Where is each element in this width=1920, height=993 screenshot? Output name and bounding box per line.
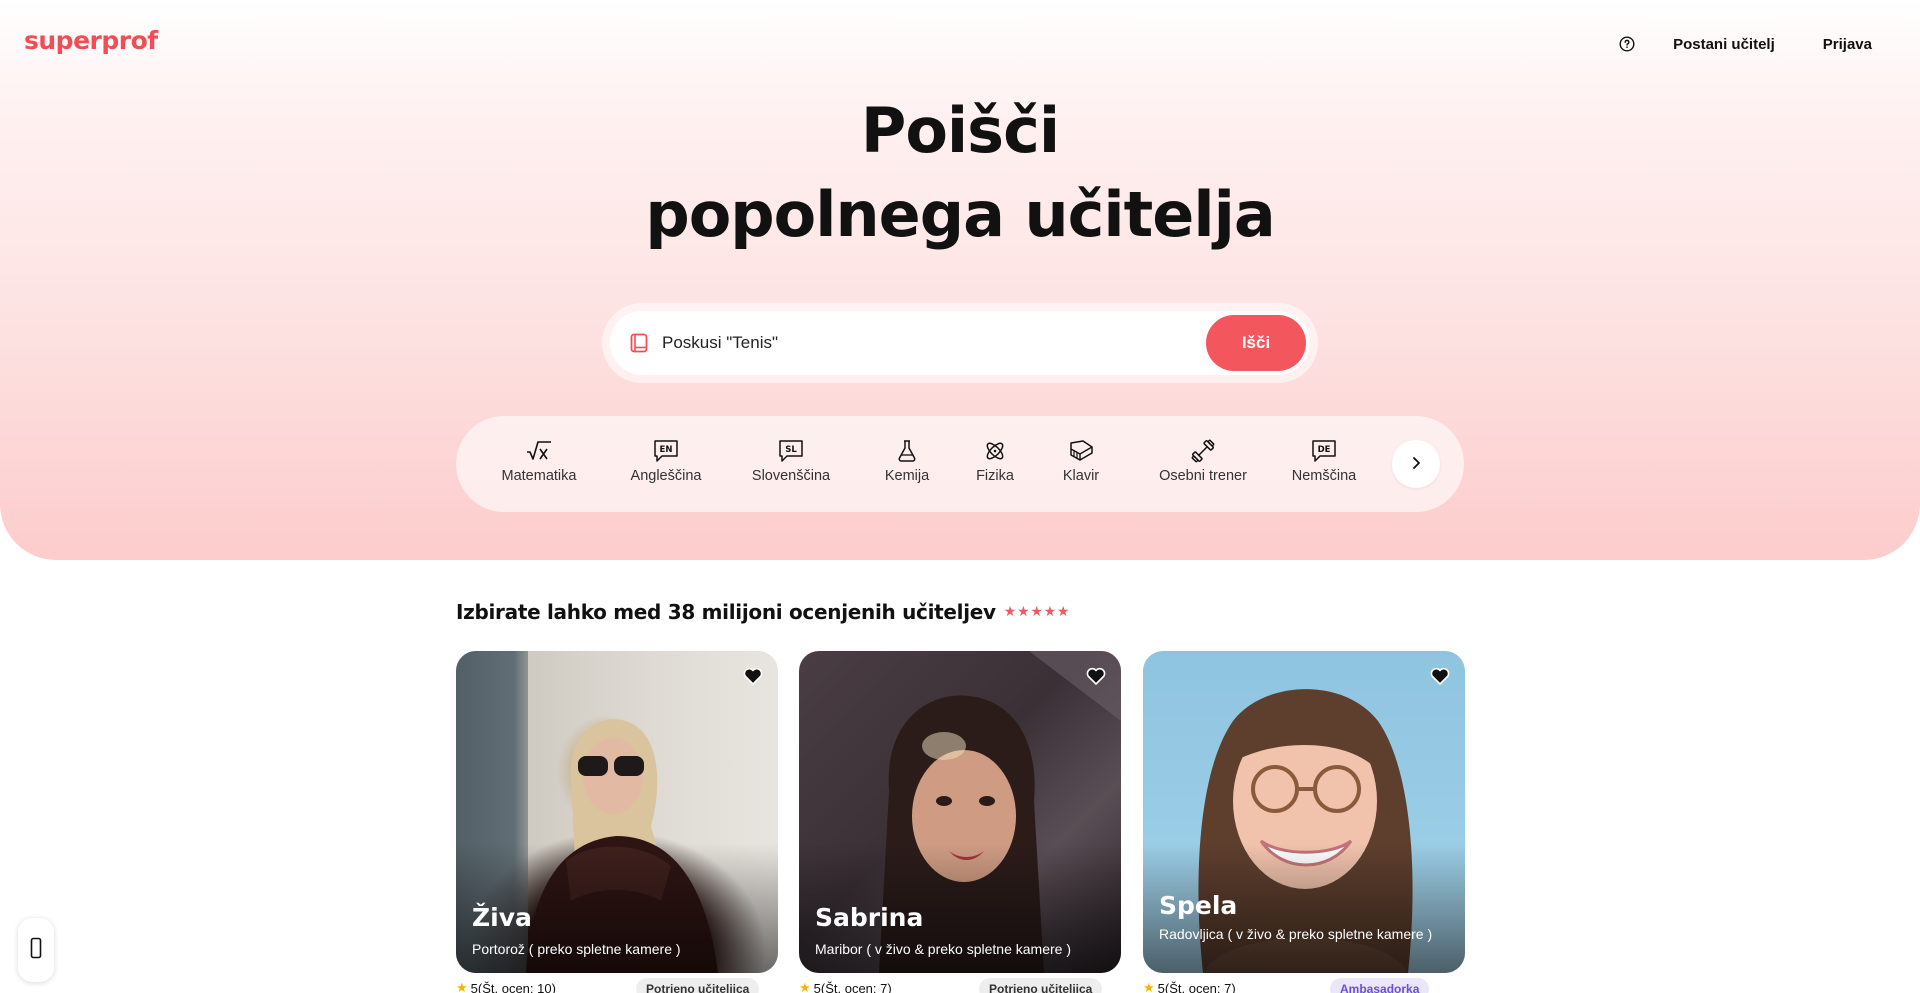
svg-text:EN: EN: [660, 445, 673, 455]
rating-stars: ★ ★ ★ ★ ★: [1004, 604, 1070, 620]
sqrt-x-icon: [525, 438, 553, 464]
star-icon: ★: [1030, 604, 1043, 620]
subject-label: Angleščina: [630, 468, 702, 484]
rating-text: 5(Št. ocen: 10): [470, 980, 556, 993]
tutor-location: Radovljica ( v živo & preko spletne kame…: [1159, 926, 1433, 942]
subject-label: Matematika: [501, 468, 577, 484]
subjects-carousel: Matematika EN Angleščina SL Slovenščina …: [456, 416, 1464, 512]
star-icon: ★: [1043, 604, 1057, 620]
login-link[interactable]: Prijava: [1823, 36, 1872, 53]
subject-label: Klavir: [1062, 468, 1100, 484]
piano-icon: [1068, 438, 1094, 464]
subject-slovenscina[interactable]: SL Slovenščina: [748, 438, 834, 484]
tutor-card[interactable]: Sabrina Maribor ( v živo & preko spletne…: [799, 651, 1121, 973]
subject-osebni-trener[interactable]: Osebni trener: [1148, 438, 1258, 484]
subject-fizika[interactable]: Fizika: [970, 438, 1020, 484]
ambassador-badge: Ambasadorka: [1330, 978, 1430, 993]
verified-badge: Potrjeno učiteljica: [636, 978, 760, 993]
svg-text:SL: SL: [785, 445, 797, 455]
sl-speech-icon: SL: [778, 438, 804, 464]
tutor-name: Sabrina: [815, 903, 924, 932]
tutor-card[interactable]: Živa Portorož ( preko spletne kamere ): [456, 651, 778, 973]
become-tutor-link[interactable]: Postani učitelj: [1673, 36, 1775, 53]
next-subjects-button[interactable]: [1392, 440, 1440, 488]
superprof-logo[interactable]: superprof: [24, 26, 158, 55]
subject-kemija[interactable]: Kemija: [876, 438, 938, 484]
tutor-name: Spela: [1159, 891, 1238, 920]
atom-icon: [983, 438, 1007, 464]
star-icon: ★: [1056, 604, 1070, 620]
tutor-location: Maribor ( v živo & preko spletne kamere …: [815, 941, 1071, 957]
tutor-name: Živa: [472, 903, 532, 932]
subject-anglescina[interactable]: EN Angleščina: [627, 438, 705, 484]
en-speech-icon: EN: [653, 438, 679, 464]
flask-icon: [897, 438, 917, 464]
star-icon: ★: [1143, 980, 1155, 993]
tutor-rating: ★ 5(Št. ocen: 10): [456, 980, 556, 993]
chevron-right-icon: [1410, 455, 1422, 474]
hero-title-line2: popolnega učitelja: [645, 178, 1275, 251]
subject-label: Slovenščina: [751, 468, 831, 484]
search-bar: Išči: [610, 311, 1310, 375]
site-header: superprof Postani učitelj Prijava: [0, 0, 1920, 86]
star-icon: ★: [1003, 604, 1017, 620]
star-icon: ★: [456, 980, 468, 993]
subject-label: Osebni trener: [1159, 468, 1247, 484]
subject-label: Nemščina: [1291, 468, 1357, 484]
subject-klavir[interactable]: Klavir: [1056, 438, 1106, 484]
heart-icon[interactable]: [1083, 663, 1109, 689]
phone-icon: [30, 937, 42, 963]
star-icon: ★: [1017, 604, 1030, 620]
tutor-rating: ★ 5(Št. ocen: 7): [799, 980, 892, 993]
rating-text: 5(Št. ocen: 7): [813, 980, 892, 993]
subject-nemscina[interactable]: DE Nemščina: [1284, 438, 1364, 484]
svg-text:DE: DE: [1318, 445, 1331, 455]
side-feedback-tab[interactable]: [18, 918, 54, 982]
tutors-section-title: Izbirate lahko med 38 milijoni ocenjenih…: [456, 600, 1070, 624]
search-button[interactable]: Išči: [1206, 315, 1306, 371]
heart-icon[interactable]: [740, 663, 766, 689]
dumbbell-icon: [1190, 438, 1216, 464]
question-circle-icon[interactable]: [1611, 28, 1643, 60]
verified-badge: Potrjeno učiteljica: [979, 978, 1103, 993]
tutor-location: Portorož ( preko spletne kamere ): [472, 941, 681, 957]
de-speech-icon: DE: [1311, 438, 1337, 464]
tutor-card[interactable]: Spela Radovljica ( v živo & preko spletn…: [1143, 651, 1465, 973]
subject-label: Kemija: [884, 468, 930, 484]
heart-icon[interactable]: [1427, 663, 1453, 689]
rating-text: 5(Št. ocen: 7): [1157, 980, 1236, 993]
star-icon: ★: [799, 980, 811, 993]
top-nav: Postani učitelj Prijava: [1611, 28, 1920, 60]
hero-title-line1: Poišči: [860, 94, 1060, 167]
tutors-title-text: Izbirate lahko med 38 milijoni ocenjenih…: [456, 600, 996, 624]
book-icon: [628, 332, 650, 354]
subject-matematika[interactable]: Matematika: [496, 438, 582, 484]
subject-label: Fizika: [976, 468, 1014, 484]
tutor-rating: ★ 5(Št. ocen: 7): [1143, 980, 1236, 993]
search-input[interactable]: [662, 323, 1206, 363]
